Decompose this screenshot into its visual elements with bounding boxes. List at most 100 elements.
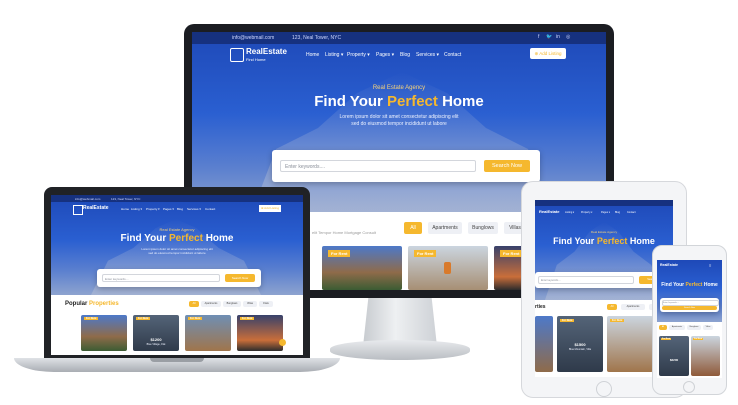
nav-blog[interactable]: Blog [615,211,620,214]
nav-blog[interactable]: Blog [177,207,183,211]
hero-kicker: Real Estate Agency [372,85,426,91]
nav-services[interactable]: Services ▾ [416,52,439,58]
filter-flats[interactable]: Flats [259,301,273,307]
for-rent-badge: For Rent [414,250,437,257]
nav-blog[interactable]: Blog [400,52,410,58]
lamp-image-icon [444,262,451,274]
search-now-button[interactable]: Search Now [484,160,530,172]
logo-title[interactable]: RealEstate [660,263,678,267]
card-price: $1500 [574,342,586,347]
for-rent-badge: For Rent [188,317,203,320]
hero-title-accent: Perfect [596,236,628,246]
filter-all[interactable]: All [404,222,422,234]
filter-apartments[interactable]: Apartments [428,222,462,234]
nav-listing[interactable]: Listing ▾ [131,207,142,211]
filter-apartments[interactable]: Apartments [201,301,221,307]
logo-title[interactable]: RealEstate [246,47,287,56]
tablet-nav: RealEstate Listing ▾ Property ▾ Pages ▾ … [535,207,673,221]
section-title-accent: Properties [89,301,119,307]
laptop-lip [150,358,204,362]
card-name: Blue Mountain, Villa [568,348,592,351]
hero-title-accent: Perfect [387,93,438,110]
logo-title[interactable]: RealEstate [539,209,559,214]
nav-services[interactable]: Services ▾ [187,207,201,211]
menu-hamburger-icon[interactable]: ≡ [709,263,711,268]
nav-property[interactable]: Property ▾ [146,207,160,211]
laptop-top-bar: info@webmail.com 123, Neal Tower, NYC [51,195,303,202]
nav-pages[interactable]: Pages ▾ [163,207,174,211]
filter-apartments[interactable]: Apartments [621,304,645,310]
add-listing-button[interactable]: ⊕ Add Listing [259,205,281,212]
filter-all[interactable]: All [607,304,617,310]
phone-properties-section: All Apartments Bunglows Villas For Rent … [657,322,722,378]
filter-all[interactable]: All [189,301,199,307]
section-title: Popular Properties [65,301,119,307]
search-input[interactable]: Enter keywords.... [102,274,220,282]
filter-all[interactable]: All [659,325,667,330]
for-rent-badge: For Rent [136,317,151,320]
filter-apartments[interactable]: Apartments [669,325,685,330]
property-card[interactable]: For Rent [322,246,402,290]
property-card[interactable]: For Rent [691,336,720,376]
phone-home-button [683,381,695,393]
section-subtitle: elit Tempor Home Mortgage Consult [312,230,376,235]
nav-contact[interactable]: Contact [444,52,461,58]
card-price: $1200 [150,337,162,342]
nav-contact[interactable]: Contact [627,211,636,214]
nav-listing[interactable]: Listing ▾ [565,211,574,214]
for-rent-badge: For Rent [328,250,351,257]
filter-bunglows[interactable]: Bunglows [687,325,701,330]
search-input[interactable]: Enter keywords.... [538,276,634,284]
filter-villas[interactable]: Villas [703,325,713,330]
for-rent-badge: For Rent [84,317,99,320]
social-twitter-icon[interactable]: 🐦 [546,34,552,40]
nav-pages[interactable]: Pages ▾ [601,211,610,214]
property-card[interactable]: For Rent $2200 [659,336,689,376]
search-now-button[interactable]: Search Now [662,306,717,310]
hero-title-accent: Perfect [685,282,703,288]
property-card[interactable]: For Rent [607,316,653,372]
filter-bunglows[interactable]: Bunglows [468,222,498,234]
filter-bunglows[interactable]: Bunglows [223,301,241,307]
property-card[interactable] [535,316,553,372]
hero-title-part2: Home [703,282,718,288]
property-card[interactable]: For Rent [237,315,283,351]
nav-property[interactable]: Property ▾ [347,52,370,58]
nav-home[interactable]: Home [306,52,319,58]
search-now-button[interactable]: Search Now [225,274,255,282]
hero-title-part1: Find Your [120,233,167,244]
search-box: Enter keywords.... Search Now [272,150,540,182]
nav-home[interactable]: Home [121,207,129,211]
laptop-nav: RealEstate Home Listing ▾ Property ▾ Pag… [51,204,303,218]
property-card[interactable]: For Rent $1500 Blue Mountain, Villa [557,316,603,372]
laptop: info@webmail.com 123, Neal Tower, NYC Re… [44,187,310,359]
search-input[interactable]: Enter keywords.... [280,160,476,172]
nav-pages[interactable]: Pages ▾ [376,52,394,58]
property-card[interactable]: For Rent [81,315,127,351]
filter-villas[interactable]: Villas [243,301,257,307]
nav-listing[interactable]: Listing ▾ [325,52,343,58]
social-linkedin-icon[interactable]: in [556,34,560,40]
tablet-home-button [596,381,612,397]
social-facebook-icon[interactable]: f [538,34,539,40]
nav-property[interactable]: Property ▾ [581,211,592,214]
add-listing-button[interactable]: ⊕ Add Listing [530,48,566,59]
property-card[interactable]: For Rent $1200 Blue Village, Flat [133,315,179,351]
logo-title[interactable]: RealEstate [83,205,109,211]
hero-title-part2: Home [442,93,484,110]
logo-house-icon [73,205,83,215]
card-price: $2200 [669,358,679,362]
laptop-screen: info@webmail.com 123, Neal Tower, NYC Re… [51,195,303,355]
for-rent-badge: For Rent [500,250,523,257]
property-card[interactable]: For Rent [408,246,488,290]
phone-screen: RealEstate ≡ Find Your Perfect Home Ente… [657,260,722,378]
hero-title-part2: Home [205,233,234,244]
nav-contact[interactable]: Contact [205,207,215,211]
social-instagram-icon[interactable]: ◎ [566,34,570,40]
hero-title-part2: Home [629,236,655,246]
hero-desc-line1: Lorem ipsum dolor sit amet consectetur a… [339,114,459,120]
for-rent-badge: For Rent [240,317,255,320]
scroll-top-button[interactable] [279,339,286,346]
property-card[interactable]: For Rent [185,315,231,351]
hero-title: Find Your Perfect Home [657,282,722,288]
